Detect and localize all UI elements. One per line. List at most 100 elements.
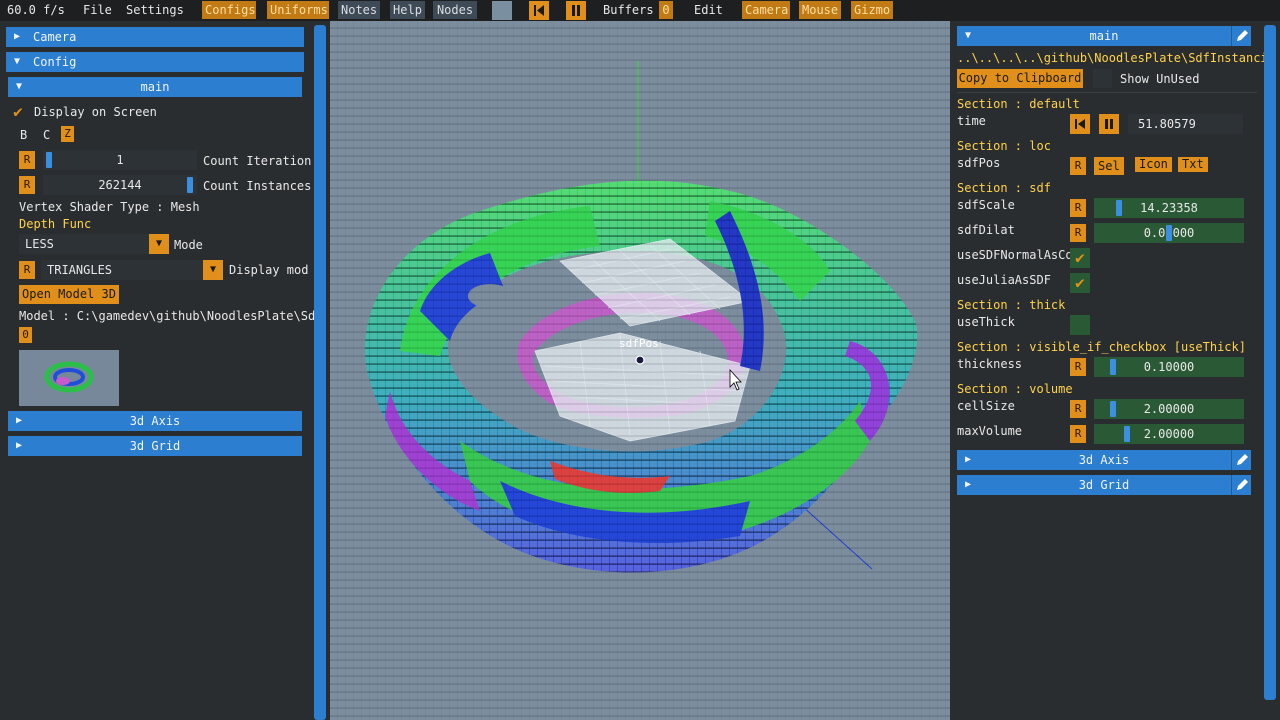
main-header[interactable]: ▼ main (8, 77, 302, 97)
use-julia-label: useJuliaAsSDF (957, 273, 1051, 287)
model-thumbnail[interactable] (19, 350, 119, 406)
right-grid-header-label: 3d Grid (1078, 478, 1130, 492)
divider (957, 92, 1257, 93)
thickness-slider[interactable]: 0.10000 (1094, 357, 1244, 377)
right-scrollbar[interactable] (1264, 25, 1276, 700)
count-iteration-label: Count Iteration (203, 154, 312, 168)
open-model-button[interactable]: Open Model 3D (19, 285, 119, 304)
slider-knob[interactable] (1116, 200, 1122, 216)
config-header[interactable]: ▼ Config (6, 52, 304, 72)
rewind-button[interactable] (529, 1, 549, 20)
use-normal-check-icon[interactable]: ✔ (1070, 248, 1090, 268)
section-thick: Section : thick (957, 298, 1066, 312)
display-checkbox-check-icon[interactable]: ✔ (8, 102, 28, 122)
reset-maxvolume-button[interactable]: R (1070, 425, 1086, 443)
reset-cellsize-button[interactable]: R (1070, 400, 1086, 418)
b-toggle[interactable]: B (20, 127, 27, 143)
left-scrollbar[interactable] (314, 25, 326, 720)
copy-to-clipboard-button[interactable]: Copy to Clipboard (957, 69, 1083, 88)
gizmo-toggle[interactable]: Gizmo (851, 1, 893, 19)
sdfscale-slider[interactable]: 14.23358 (1094, 198, 1244, 218)
camera-header[interactable]: ▶ Camera (6, 27, 304, 47)
reset-sdfscale-button[interactable]: R (1070, 199, 1086, 217)
rewind-icon (1075, 119, 1085, 129)
slider-knob[interactable] (1110, 401, 1116, 417)
edit-pen-icon[interactable] (1231, 26, 1251, 46)
reset-sdfpos-button[interactable]: R (1070, 157, 1086, 175)
show-unused-checkbox[interactable] (1093, 69, 1112, 88)
pause-icon (1105, 119, 1113, 129)
display-mode-value: TRIANGLES (47, 263, 113, 277)
c-toggle[interactable]: C (43, 127, 50, 143)
reset-iteration-button[interactable]: R (19, 151, 35, 169)
show-unused-label: Show UnUsed (1120, 72, 1200, 86)
edit-pen-icon[interactable] (1231, 450, 1251, 470)
slider-knob[interactable] (187, 177, 193, 193)
thickness-value: 0.10000 (1143, 360, 1195, 374)
menu-file[interactable]: File (83, 3, 112, 18)
camera-toggle[interactable]: Camera (742, 1, 790, 19)
reset-instances-button[interactable]: R (19, 176, 35, 194)
reset-thickness-button[interactable]: R (1070, 358, 1086, 376)
count-iteration-slider[interactable]: 1 (43, 150, 197, 170)
slider-knob[interactable] (1110, 359, 1116, 375)
color-swatch[interactable] (492, 1, 512, 20)
display-mode-combo[interactable]: TRIANGLES ▼ (41, 260, 223, 280)
section-visible: Section : visible_if_checkbox [useThick] (957, 340, 1246, 354)
shader-path: ..\..\..\..\github\NoodlesPlate\SdfInsta… (957, 51, 1268, 65)
config-header-label: Config (33, 55, 77, 69)
mode-combo-value: LESS (25, 237, 54, 251)
configs-toggle[interactable]: Configs (202, 1, 256, 19)
sdfdilat-slider[interactable]: 0.00000 (1094, 223, 1244, 243)
z-toggle[interactable]: Z (61, 126, 74, 142)
notes-toggle[interactable]: Notes (338, 1, 380, 19)
vertex-shader-type: Vertex Shader Type : Mesh (19, 200, 200, 214)
slider-knob[interactable] (1166, 225, 1172, 241)
right-grid-header[interactable]: ▶ 3d Grid (957, 475, 1251, 495)
model-index-badge[interactable]: 0 (19, 327, 32, 343)
pause-button[interactable] (566, 1, 586, 20)
right-main-header[interactable]: ▼ main (957, 26, 1251, 46)
txt-button[interactable]: Txt (1178, 157, 1208, 172)
uniforms-toggle[interactable]: Uniforms (267, 1, 329, 19)
menu-edit[interactable]: Edit (694, 3, 723, 18)
camera-header-label: Camera (33, 30, 77, 44)
icon-button[interactable]: Icon (1135, 157, 1172, 172)
mouse-toggle[interactable]: Mouse (799, 1, 841, 19)
slider-knob[interactable] (1124, 426, 1130, 442)
axis-header[interactable]: ▶ 3d Axis (8, 411, 302, 431)
cellsize-slider[interactable]: 2.00000 (1094, 399, 1244, 419)
reset-display-button[interactable]: R (19, 261, 35, 279)
maxvolume-slider[interactable]: 2.00000 (1094, 424, 1244, 444)
gizmo-label: sdfPos (619, 337, 659, 350)
right-axis-header[interactable]: ▶ 3d Axis (957, 450, 1251, 470)
time-rewind-button[interactable] (1070, 114, 1090, 134)
nodes-toggle[interactable]: Nodes (433, 1, 477, 19)
sdfscale-value: 14.23358 (1140, 201, 1198, 215)
reset-sdfdilat-button[interactable]: R (1070, 224, 1086, 242)
collapse-arrow-icon: ▼ (14, 56, 21, 67)
count-instances-slider[interactable]: 262144 (43, 175, 197, 195)
main-header-label: main (140, 80, 170, 94)
time-value[interactable]: 51.80579 (1128, 114, 1243, 134)
3d-viewport[interactable]: sdfPos (330, 21, 950, 720)
buffers-count[interactable]: 0 (659, 1, 673, 19)
sdf-render-image (330, 21, 950, 720)
time-pause-button[interactable] (1099, 114, 1119, 134)
buffers-label: Buffers (603, 3, 654, 17)
slider-knob[interactable] (46, 152, 52, 168)
sel-button[interactable]: Sel (1094, 157, 1124, 175)
help-toggle[interactable]: Help (390, 1, 425, 19)
mode-combo[interactable]: LESS ▼ (19, 234, 169, 254)
use-julia-check-icon[interactable]: ✔ (1070, 273, 1090, 293)
depth-func-label: Depth Func (19, 217, 92, 231)
edit-pen-icon[interactable] (1231, 475, 1251, 495)
grid-header[interactable]: ▶ 3d Grid (8, 436, 302, 456)
maxvolume-label: maxVolume (957, 424, 1023, 438)
model-preview-image (44, 361, 94, 393)
section-sdf: Section : sdf (957, 181, 1051, 195)
use-thick-checkbox[interactable] (1070, 315, 1090, 335)
menu-settings[interactable]: Settings (126, 3, 184, 18)
cellsize-label: cellSize (957, 399, 1015, 413)
section-volume: Section : volume (957, 382, 1073, 396)
